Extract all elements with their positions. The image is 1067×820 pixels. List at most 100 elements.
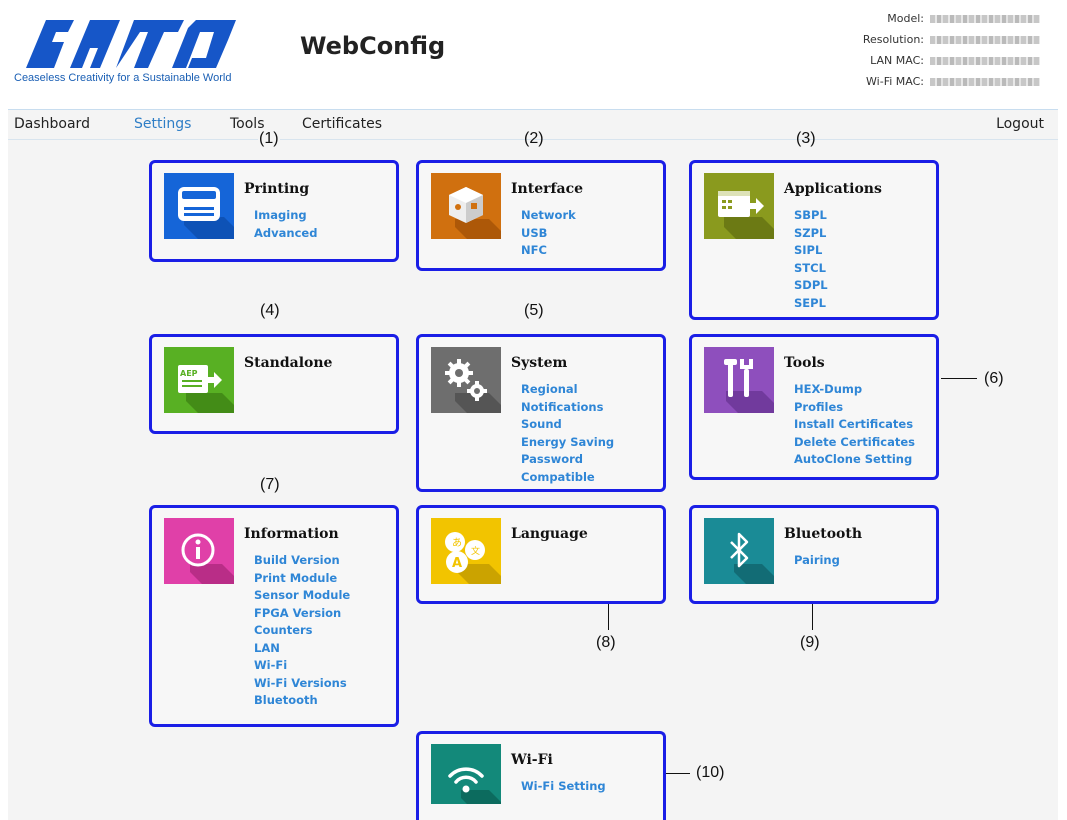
webconfig-page: Ceaseless Creativity for a Sustainable W… xyxy=(8,6,1058,820)
card-links: Build Version Print Module Sensor Module… xyxy=(254,552,350,710)
link-regional[interactable]: Regional xyxy=(521,381,614,399)
link-bluetooth-info[interactable]: Bluetooth xyxy=(254,692,350,710)
redacted-value xyxy=(930,77,1040,86)
printer-icon[interactable] xyxy=(164,173,234,239)
link-sepl[interactable]: SEPL xyxy=(794,295,828,313)
link-notifications[interactable]: Notifications xyxy=(521,399,614,417)
link-fpga-version[interactable]: FPGA Version xyxy=(254,605,350,623)
svg-text:AEP: AEP xyxy=(180,369,198,378)
link-sbpl[interactable]: SBPL xyxy=(794,207,828,225)
link-energy-saving[interactable]: Energy Saving xyxy=(521,434,614,452)
link-advanced[interactable]: Advanced xyxy=(254,225,317,243)
info-row-resolution: Resolution: xyxy=(740,29,1040,50)
card-information: Information Build Version Print Module S… xyxy=(149,505,399,727)
link-usb[interactable]: USB xyxy=(521,225,576,243)
card-title: Information xyxy=(244,526,339,542)
nav-certificates[interactable]: Certificates xyxy=(302,116,382,132)
nav-dashboard[interactable]: Dashboard xyxy=(14,116,90,132)
card-title: Interface xyxy=(511,181,584,197)
card-links: SBPL SZPL SIPL STCL SDPL SEPL xyxy=(794,207,828,312)
card-links: Network USB NFC xyxy=(521,207,576,260)
link-wifi[interactable]: Wi-Fi xyxy=(254,657,350,675)
callout-8: (8) xyxy=(596,634,616,651)
callout-7: (7) xyxy=(260,476,280,493)
link-imaging[interactable]: Imaging xyxy=(254,207,317,225)
interface-cube-icon[interactable] xyxy=(431,173,501,239)
info-icon[interactable] xyxy=(164,518,234,584)
callout-5: (5) xyxy=(524,302,544,319)
link-delete-certificates[interactable]: Delete Certificates xyxy=(794,434,915,452)
card-interface: Interface Network USB NFC xyxy=(416,160,666,271)
card-bluetooth: Bluetooth Pairing xyxy=(689,505,939,604)
link-wifi-versions[interactable]: Wi-Fi Versions xyxy=(254,675,350,693)
card-links: HEX-Dump Profiles Install Certificates D… xyxy=(794,381,915,469)
link-install-certificates[interactable]: Install Certificates xyxy=(794,416,915,434)
nav-settings[interactable]: Settings xyxy=(134,116,191,132)
card-links: Imaging Advanced xyxy=(254,207,317,242)
link-compatible[interactable]: Compatible xyxy=(521,469,614,487)
sato-logo-mark xyxy=(26,20,236,68)
tools-icon[interactable] xyxy=(704,347,774,413)
redacted-value xyxy=(930,35,1040,44)
card-title: Bluetooth xyxy=(784,526,863,542)
link-sensor-module[interactable]: Sensor Module xyxy=(254,587,350,605)
callout-2: (2) xyxy=(524,130,544,147)
card-title: Language xyxy=(511,526,588,542)
link-profiles[interactable]: Profiles xyxy=(794,399,915,417)
link-stcl[interactable]: STCL xyxy=(794,260,828,278)
link-counters[interactable]: Counters xyxy=(254,622,350,640)
link-wifi-setting[interactable]: Wi-Fi Setting xyxy=(521,778,606,796)
card-language: あ 文 A Language xyxy=(416,505,666,604)
applications-icon[interactable] xyxy=(704,173,774,239)
link-print-module[interactable]: Print Module xyxy=(254,570,350,588)
link-lan[interactable]: LAN xyxy=(254,640,350,658)
app-title: WebConfig xyxy=(300,32,446,60)
card-title: Applications xyxy=(784,181,882,197)
header: Ceaseless Creativity for a Sustainable W… xyxy=(8,6,1058,110)
callout-9: (9) xyxy=(800,634,820,651)
bluetooth-icon[interactable] xyxy=(704,518,774,584)
card-printing: Printing Imaging Advanced xyxy=(149,160,399,262)
logout-link[interactable]: Logout xyxy=(996,116,1044,132)
redacted-value xyxy=(930,56,1040,65)
card-links: Wi-Fi Setting xyxy=(521,778,606,796)
info-row-wifi-mac: Wi-Fi MAC: xyxy=(740,71,1040,92)
link-sipl[interactable]: SIPL xyxy=(794,242,828,260)
card-links: Regional Notifications Sound Energy Savi… xyxy=(521,381,614,486)
callout-6: (6) xyxy=(984,370,1004,387)
link-sound[interactable]: Sound xyxy=(521,416,614,434)
info-row-lan-mac: LAN MAC: xyxy=(740,50,1040,71)
link-network[interactable]: Network xyxy=(521,207,576,225)
card-title: Printing xyxy=(244,181,310,197)
info-row-model: Model: xyxy=(740,8,1040,29)
card-title: System xyxy=(511,355,568,371)
link-build-version[interactable]: Build Version xyxy=(254,552,350,570)
svg-text:文: 文 xyxy=(471,545,480,557)
card-title: Tools xyxy=(784,355,825,371)
gears-icon[interactable] xyxy=(431,347,501,413)
svg-text:あ: あ xyxy=(452,537,462,549)
sato-logo[interactable]: Ceaseless Creativity for a Sustainable W… xyxy=(14,12,304,90)
callout-1: (1) xyxy=(258,130,280,148)
card-wifi: Wi-Fi Wi-Fi Setting xyxy=(416,731,666,820)
link-password[interactable]: Password xyxy=(521,451,614,469)
device-info: Model: Resolution: LAN MAC: Wi-Fi MAC: xyxy=(740,8,1040,92)
card-tools: Tools HEX-Dump Profiles Install Certific… xyxy=(689,334,939,480)
language-icon[interactable]: あ 文 A xyxy=(431,518,501,584)
card-title: Standalone xyxy=(244,355,333,371)
info-label: Wi-Fi MAC: xyxy=(866,75,924,88)
callout-3: (3) xyxy=(796,130,816,147)
link-pairing[interactable]: Pairing xyxy=(794,552,840,570)
callout-6-line xyxy=(941,378,977,379)
card-standalone: AEP Standalone xyxy=(149,334,399,434)
link-hex-dump[interactable]: HEX-Dump xyxy=(794,381,915,399)
redacted-value xyxy=(930,14,1040,23)
link-szpl[interactable]: SZPL xyxy=(794,225,828,243)
card-links: Pairing xyxy=(794,552,840,570)
wifi-icon[interactable] xyxy=(431,744,501,804)
link-nfc[interactable]: NFC xyxy=(521,242,576,260)
link-sdpl[interactable]: SDPL xyxy=(794,277,828,295)
link-autoclone-setting[interactable]: AutoClone Setting xyxy=(794,451,915,469)
logo-tagline: Ceaseless Creativity for a Sustainable W… xyxy=(14,72,232,84)
standalone-aep-icon[interactable]: AEP xyxy=(164,347,234,413)
